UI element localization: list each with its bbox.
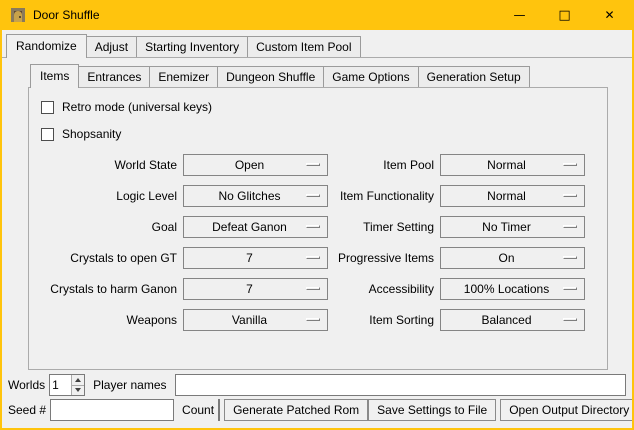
crystals-harm-ganon-dropdown[interactable]: 7 — [183, 278, 328, 300]
worlds-spin-up-icon[interactable] — [72, 375, 84, 385]
count-spinner — [218, 399, 220, 421]
open-output-directory-button[interactable]: Open Output Directory — [500, 399, 632, 421]
worlds-label: Worlds — [8, 378, 45, 392]
seed-label: Seed # — [8, 403, 46, 417]
timer-setting-dropdown[interactable]: No Timer — [440, 216, 585, 238]
app-window: Door Shuffle — □ ✕ Randomize Adjust Star… — [0, 0, 634, 430]
app-icon — [10, 7, 26, 23]
optionmenu-indicator-icon — [306, 287, 320, 290]
optionmenu-indicator-icon — [563, 194, 577, 197]
close-icon[interactable]: ✕ — [587, 0, 632, 30]
logic-level-dropdown[interactable]: No Glitches — [183, 185, 328, 207]
field-label: Item Sorting — [334, 313, 434, 327]
optionmenu-indicator-icon — [306, 256, 320, 259]
shopsanity-row: Shopsanity — [41, 126, 599, 142]
item-pool-dropdown[interactable]: Normal — [440, 154, 585, 176]
player-names-input[interactable] — [175, 374, 627, 396]
tab-entrances[interactable]: Entrances — [78, 66, 150, 87]
tab-game-options[interactable]: Game Options — [323, 66, 418, 87]
retro-mode-label: Retro mode (universal keys) — [62, 100, 212, 114]
tab-dungeon-shuffle[interactable]: Dungeon Shuffle — [217, 66, 324, 87]
save-settings-button[interactable]: Save Settings to File — [368, 399, 496, 421]
shopsanity-label: Shopsanity — [62, 127, 121, 141]
progressive-items-dropdown[interactable]: On — [440, 247, 585, 269]
optionmenu-indicator-icon — [563, 256, 577, 259]
settings-grid: World State Open Item Pool Normal Logic … — [37, 154, 599, 331]
count-input[interactable] — [219, 400, 220, 420]
field-label: Item Pool — [334, 158, 434, 172]
tab-enemizer[interactable]: Enemizer — [149, 66, 218, 87]
crystals-open-gt-dropdown[interactable]: 7 — [183, 247, 328, 269]
optionmenu-indicator-icon — [563, 318, 577, 321]
worlds-spinner — [49, 374, 85, 396]
optionmenu-indicator-icon — [306, 225, 320, 228]
tab-custom-item-pool[interactable]: Custom Item Pool — [247, 36, 360, 57]
seed-row: Seed # Count Generate Patched Rom Save S… — [2, 399, 632, 421]
optionmenu-indicator-icon — [563, 163, 577, 166]
optionmenu-indicator-icon — [306, 318, 320, 321]
optionmenu-indicator-icon — [306, 163, 320, 166]
field-label: Accessibility — [334, 282, 434, 296]
maximize-icon[interactable]: □ — [542, 0, 587, 30]
field-label: Timer Setting — [334, 220, 434, 234]
goal-dropdown[interactable]: Defeat Ganon — [183, 216, 328, 238]
optionmenu-indicator-icon — [563, 287, 577, 290]
window-content: Randomize Adjust Starting Inventory Cust… — [2, 30, 632, 428]
field-label: Crystals to open GT — [37, 251, 177, 265]
tab-starting-inventory[interactable]: Starting Inventory — [136, 36, 248, 57]
worlds-input[interactable] — [50, 375, 71, 395]
minimize-icon[interactable]: — — [497, 0, 542, 30]
items-tab-panel: Retro mode (universal keys) Shopsanity W… — [28, 88, 608, 370]
item-sorting-dropdown[interactable]: Balanced — [440, 309, 585, 331]
shopsanity-checkbox[interactable] — [41, 128, 54, 141]
main-tab-bar: Randomize Adjust Starting Inventory Cust… — [2, 34, 632, 58]
titlebar[interactable]: Door Shuffle — □ ✕ — [2, 0, 632, 30]
worlds-spin-down-icon[interactable] — [72, 385, 84, 396]
settings-tab-bar: Items Entrances Enemizer Dungeon Shuffle… — [28, 64, 608, 88]
field-label: World State — [37, 158, 177, 172]
field-label: Progressive Items — [334, 251, 434, 265]
generate-patched-rom-button[interactable]: Generate Patched Rom — [224, 399, 368, 421]
retro-mode-row: Retro mode (universal keys) — [41, 99, 599, 115]
optionmenu-indicator-icon — [563, 225, 577, 228]
tab-generation-setup[interactable]: Generation Setup — [418, 66, 530, 87]
window-title: Door Shuffle — [33, 8, 100, 22]
retro-mode-checkbox[interactable] — [41, 101, 54, 114]
item-functionality-dropdown[interactable]: Normal — [440, 185, 585, 207]
tab-items[interactable]: Items — [30, 64, 79, 88]
field-label: Logic Level — [37, 189, 177, 203]
optionmenu-indicator-icon — [306, 194, 320, 197]
field-label: Goal — [37, 220, 177, 234]
tab-adjust[interactable]: Adjust — [86, 36, 137, 57]
weapons-dropdown[interactable]: Vanilla — [183, 309, 328, 331]
field-label: Weapons — [37, 313, 177, 327]
worlds-row: Worlds Player names — [2, 374, 632, 396]
seed-input[interactable] — [50, 399, 174, 421]
world-state-dropdown[interactable]: Open — [183, 154, 328, 176]
field-label: Crystals to harm Ganon — [37, 282, 177, 296]
count-label: Count — [182, 403, 214, 417]
randomize-panel: Items Entrances Enemizer Dungeon Shuffle… — [28, 64, 608, 370]
bottom-controls: Worlds Player names Seed # Count — [2, 374, 632, 421]
player-names-label: Player names — [93, 378, 166, 392]
tab-randomize[interactable]: Randomize — [6, 34, 87, 58]
field-label: Item Functionality — [334, 189, 434, 203]
accessibility-dropdown[interactable]: 100% Locations — [440, 278, 585, 300]
